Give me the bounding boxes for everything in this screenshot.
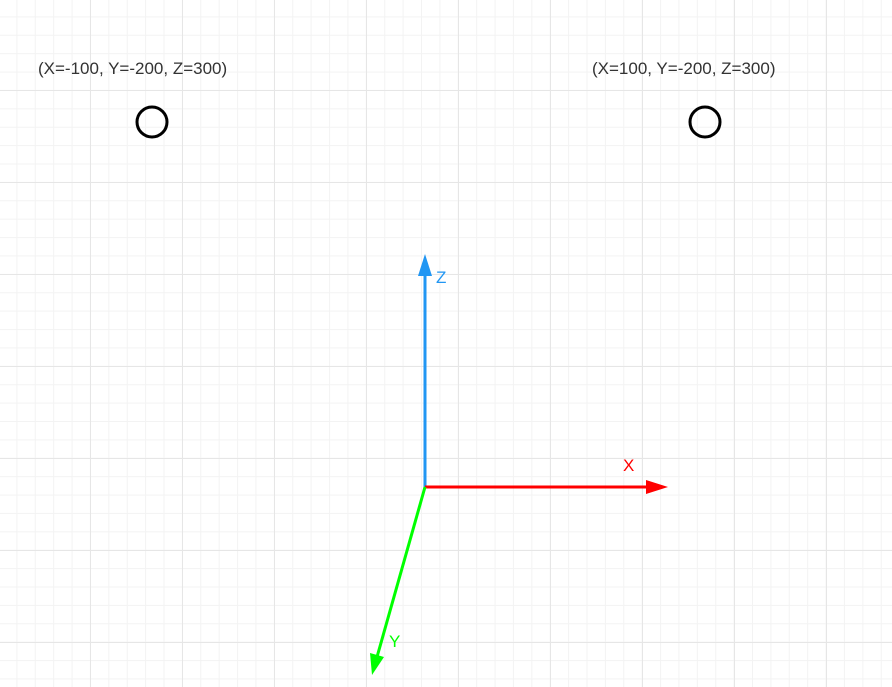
diagram-canvas: (X=-100, Y=-200, Z=300) (X=100, Y=-200, …: [0, 0, 892, 687]
point-right-label: (X=100, Y=-200, Z=300): [592, 59, 776, 78]
y-axis-arrowhead: [370, 653, 384, 675]
z-axis-arrowhead: [418, 254, 432, 276]
diagram-svg: (X=-100, Y=-200, Z=300) (X=100, Y=-200, …: [38, 59, 776, 675]
point-left-marker: [135, 105, 169, 139]
point-left-label: (X=-100, Y=-200, Z=300): [38, 59, 227, 78]
x-axis-arrowhead: [646, 480, 668, 494]
x-axis-label: X: [623, 456, 634, 475]
x-axis: [425, 480, 668, 494]
y-axis-line: [375, 486, 427, 658]
z-axis: [418, 254, 432, 487]
y-axis-label: Y: [389, 632, 400, 651]
z-axis-label: Z: [436, 268, 446, 287]
point-right-marker: [688, 105, 722, 139]
